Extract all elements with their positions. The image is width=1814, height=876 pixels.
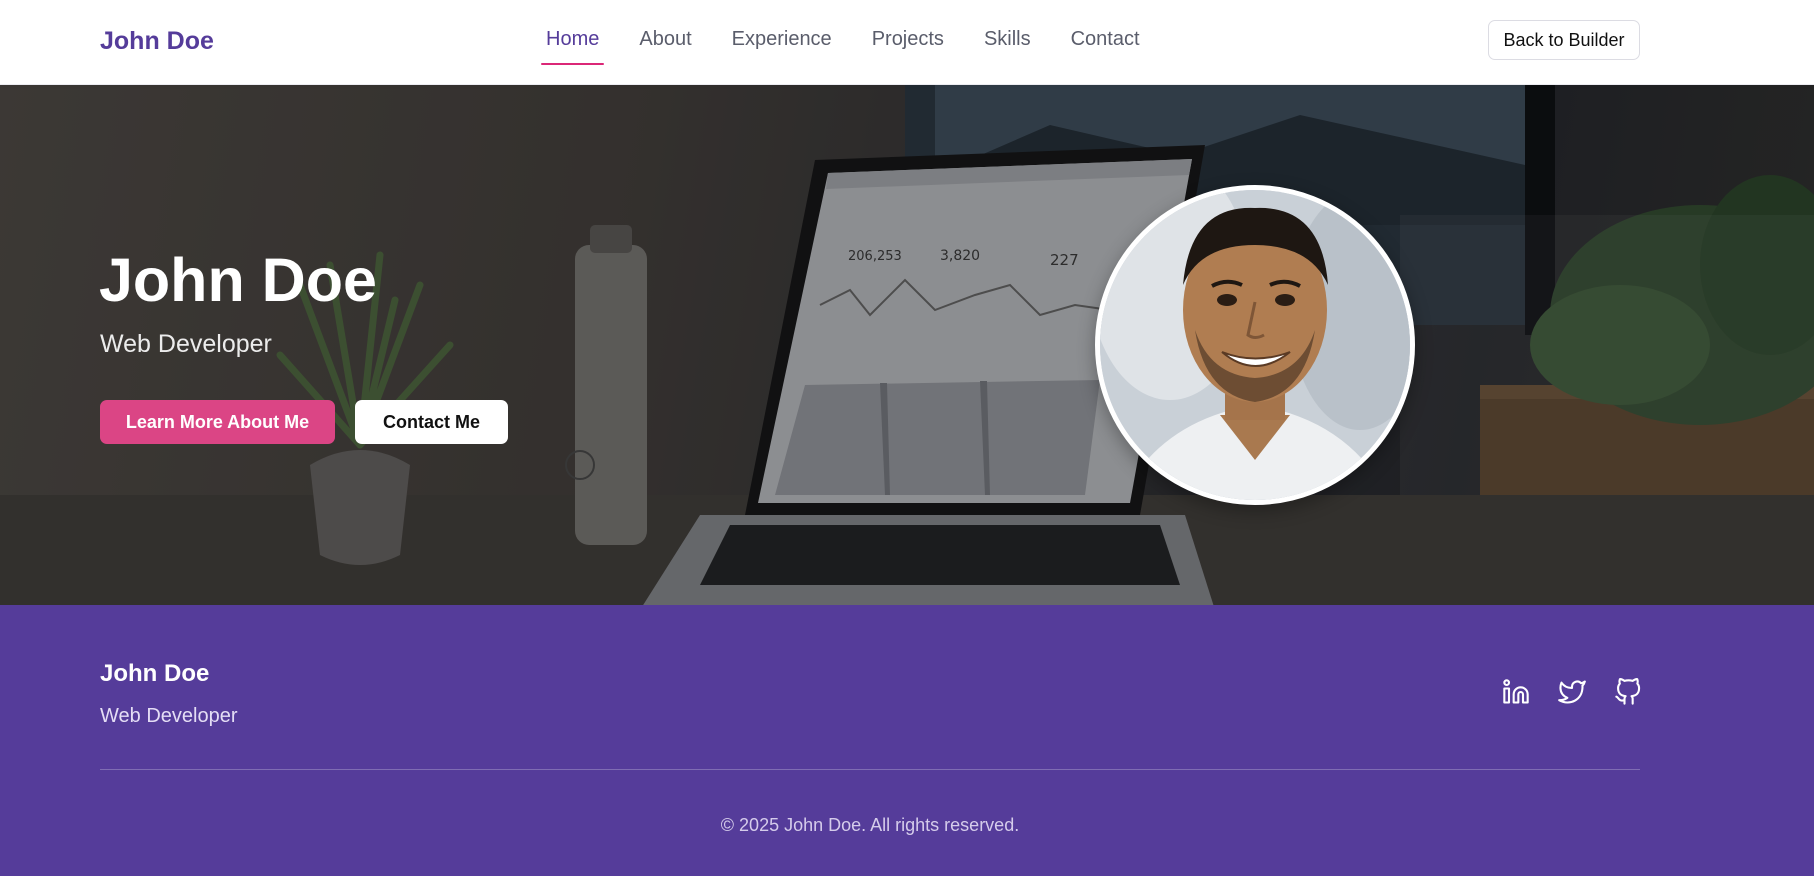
copyright-text: © 2025 John Doe. All rights reserved. [720,815,1020,835]
avatar [1095,185,1415,505]
hero-role: Web Developer [100,330,272,358]
hero-section: 206,253 3,820 227 John Doe Web Developer… [0,85,1814,605]
nav-link-about[interactable]: About [639,28,691,65]
footer-role: Web Developer [100,705,238,727]
nav-links: Home About Experience Projects Skills Co… [540,28,1140,65]
nav-link-experience[interactable]: Experience [732,28,832,65]
brand-logo[interactable]: John Doe [100,27,214,56]
github-icon[interactable] [1614,678,1642,706]
learn-more-button[interactable]: Learn More About Me [100,400,335,444]
nav-link-skills[interactable]: Skills [984,28,1031,65]
hero-name: John Doe [99,246,377,314]
twitter-icon[interactable] [1558,678,1586,706]
linkedin-icon[interactable] [1502,678,1530,706]
hero-overlay [0,85,1814,605]
social-links [1502,678,1642,706]
back-to-builder-button[interactable]: Back to Builder [1488,20,1640,60]
profile-photo [1100,190,1410,500]
contact-me-button[interactable]: Contact Me [355,400,508,444]
navbar: John Doe Home About Experience Projects … [0,0,1814,85]
footer: John Doe Web Developer © 2025 John Doe. … [0,605,1814,876]
footer-name: John Doe [100,660,210,687]
nav-link-projects[interactable]: Projects [872,28,944,65]
footer-divider [100,769,1640,770]
nav-link-contact[interactable]: Contact [1071,28,1140,65]
nav-link-home[interactable]: Home [540,28,605,65]
